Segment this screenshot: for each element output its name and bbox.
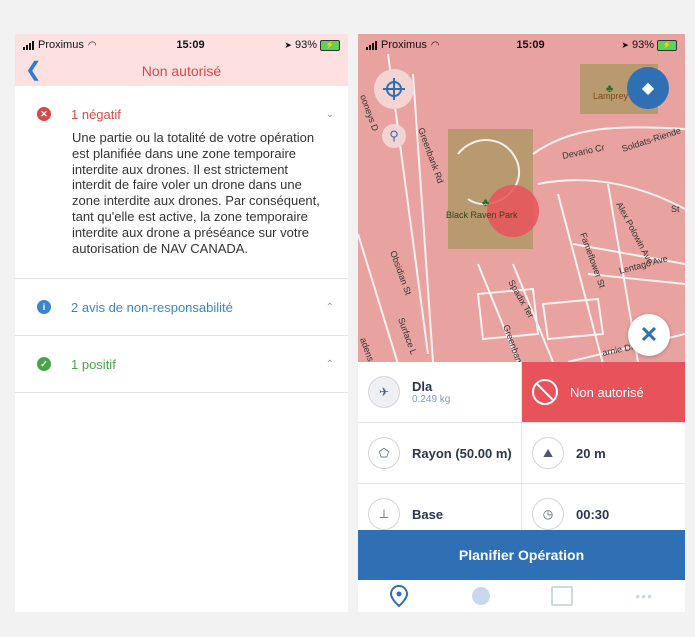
status-bar: Proximus ◠ 15:09 ➤ 93% ⚡	[15, 34, 348, 56]
area-polygon-icon: ⬠	[368, 437, 400, 469]
hierarchy-icon: ⊥	[368, 498, 400, 530]
close-icon: ✕	[639, 322, 659, 347]
carrier-label: Proximus	[381, 39, 427, 51]
location-arrow-icon: ➤	[621, 39, 629, 50]
altitude-value: 20 m	[576, 445, 606, 461]
map-view[interactable]: Lamprey Park Black Raven Park Devario Cr…	[358, 34, 685, 362]
map-label-devario: Devario Cr	[561, 142, 605, 161]
base-value: Base	[412, 506, 444, 522]
battery-icon: ⚡	[656, 39, 677, 51]
more-dots-icon: •••	[635, 588, 653, 604]
radius-cell[interactable]: ⬠ Rayon (50.00 m)	[358, 423, 522, 483]
plan-operation-button[interactable]: Planifier Opération	[358, 530, 685, 580]
duration-value: 00:30	[576, 506, 610, 522]
tree-icon: ♣	[482, 197, 489, 209]
status-bar: Proximus ◠ 15:09 ➤ 93% ⚡	[358, 34, 685, 56]
location-arrow-icon: ➤	[284, 39, 292, 50]
altitude-icon: ⛰	[532, 437, 564, 469]
operation-info-panel: ✈ Dla 0.249 kg Non autorisé ⬠ Rayon (50.…	[358, 362, 685, 544]
crosshair-icon	[383, 78, 405, 100]
info-icon: i	[37, 300, 51, 315]
chevron-up-icon: ⌃	[325, 301, 334, 313]
battery-icon: ⚡	[319, 39, 340, 51]
chevron-down-icon: ⌄	[325, 108, 334, 120]
drone-name: Dla	[412, 379, 433, 394]
section-disclaimers: i 2 avis de non-responsabilité ⌃	[15, 279, 348, 337]
wifi-icon: ◠	[87, 39, 97, 51]
tree-icon: ♣	[606, 83, 613, 95]
map-label-black-raven: Black Raven Park	[446, 210, 518, 220]
section-negative: ✕ 1 négatif ⌄ Une partie ou la totalité …	[15, 86, 348, 280]
map-label-surface: Surface L	[396, 316, 419, 356]
section-positive-header[interactable]: ✓ 1 positif ⌃	[15, 336, 348, 392]
locate-button[interactable]	[374, 69, 414, 109]
status-time: 15:09	[516, 39, 545, 51]
wifi-icon: ◠	[430, 39, 440, 51]
forbidden-icon	[532, 379, 558, 405]
right-screen: Lamprey Park Black Raven Park Devario Cr…	[358, 34, 685, 612]
x-circle-icon: ✕	[37, 107, 51, 121]
nav-bar: ❮ Non autorisé	[15, 56, 348, 86]
radius-value: Rayon (50.00 m)	[412, 445, 512, 461]
battery-percent: 93%	[631, 39, 654, 51]
check-circle-icon: ✓	[37, 357, 51, 372]
chevron-up-icon: ⌃	[325, 358, 334, 370]
layers-button[interactable]: ◆	[627, 67, 669, 109]
calendar-icon	[551, 586, 574, 606]
signal-icon	[23, 40, 34, 50]
close-button[interactable]: ✕	[628, 314, 670, 356]
map-label-greenbank: Greenbank	[501, 323, 526, 362]
section-positive-label: 1 positif	[71, 356, 116, 372]
map-label-st: St	[671, 204, 680, 214]
map-label-soldats: Soldats-Riende	[621, 125, 683, 154]
clock-icon: ◷	[532, 498, 564, 530]
map-label-obsidian: Obsidian St	[388, 249, 413, 297]
tab-bar: •••	[358, 580, 685, 612]
negative-description: Une partie ou la totalité de votre opéra…	[72, 130, 320, 256]
drone-icon: ✈	[368, 376, 400, 408]
signal-icon	[366, 40, 377, 50]
section-disclaimers-header[interactable]: i 2 avis de non-responsabilité ⌃	[15, 279, 348, 335]
tab-more[interactable]: •••	[629, 588, 659, 604]
authorization-status: Non autorisé	[570, 384, 644, 400]
map-pin-icon	[389, 585, 408, 607]
altitude-cell[interactable]: ⛰ 20 m	[522, 423, 685, 483]
section-positive: ✓ 1 positif ⌃	[15, 336, 348, 394]
tab-calendar[interactable]	[547, 586, 577, 606]
back-chevron-icon[interactable]: ❮	[25, 60, 42, 80]
section-disclaimers-label: 2 avis de non-responsabilité	[71, 299, 233, 315]
layers-icon: ◆	[641, 80, 655, 97]
zoom-search-button[interactable]: ⚲	[382, 124, 406, 148]
battery-percent: 93%	[294, 39, 317, 51]
status-time: 15:09	[176, 39, 205, 51]
map-label-cadens: adens	[358, 336, 376, 362]
carrier-label: Proximus	[38, 39, 84, 51]
authorization-status-cell[interactable]: Non autorisé	[522, 362, 685, 422]
tab-map[interactable]	[384, 585, 414, 607]
tab-pilot[interactable]	[466, 587, 496, 605]
map-label-fameflower: Fameflower St	[578, 231, 607, 289]
drone-weight: 0.249 kg	[412, 394, 451, 405]
magnifier-icon: ⚲	[389, 128, 399, 143]
page-title: Non autorisé	[141, 63, 222, 79]
drone-cell[interactable]: ✈ Dla 0.249 kg	[358, 362, 522, 422]
section-negative-label: 1 négatif	[71, 106, 121, 122]
left-screen: Proximus ◠ 15:09 ➤ 93% ⚡ ❮ Non autorisé …	[15, 34, 348, 612]
pilot-icon	[471, 587, 490, 605]
